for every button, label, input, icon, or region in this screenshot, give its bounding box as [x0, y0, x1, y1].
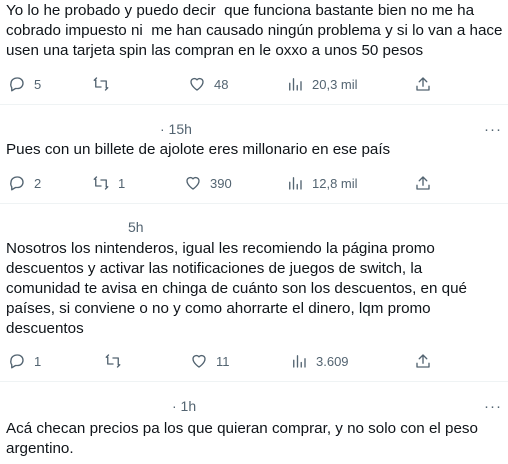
- retweet-button[interactable]: [104, 350, 130, 372]
- share-icon: [416, 77, 430, 91]
- like-button[interactable]: 11: [190, 350, 230, 372]
- post-text: Nosotros los nintenderos, igual les reco…: [6, 240, 468, 337]
- views-button[interactable]: 12,8 mil: [286, 172, 358, 194]
- like-count: 390: [210, 175, 232, 191]
- post-actions: 5 48 20,3 mil: [0, 73, 508, 95]
- retweet-icon: [105, 354, 121, 368]
- like-count: 48: [214, 76, 229, 92]
- share-button[interactable]: [414, 73, 432, 95]
- views-icon: [289, 78, 302, 91]
- like-button[interactable]: 390: [184, 172, 232, 194]
- post-2[interactable]: · 15h ··· Pues con un billete de ajolote…: [0, 105, 508, 203]
- reply-icon: [10, 354, 24, 369]
- share-icon: [416, 176, 430, 190]
- post-time: · 1h: [172, 398, 197, 414]
- like-icon: [190, 77, 204, 91]
- more-options-icon[interactable]: ···: [484, 399, 502, 414]
- more-options-icon[interactable]: ···: [484, 122, 502, 137]
- post-text: Acá checan precios pa los que quieran co…: [6, 420, 478, 457]
- views-icon: [293, 355, 306, 368]
- reply-button[interactable]: 2: [8, 172, 41, 194]
- reply-button[interactable]: 5: [8, 73, 41, 95]
- post-text: Pues con un billete de ajolote eres mill…: [6, 141, 391, 158]
- retweet-button[interactable]: [92, 73, 118, 95]
- post-3[interactable]: 5h Nosotros los nintenderos, igual les r…: [0, 204, 508, 381]
- reply-count: 1: [34, 353, 42, 369]
- views-icon: [289, 177, 302, 190]
- post-time: · 15h: [160, 121, 192, 137]
- like-count: 11: [216, 353, 230, 369]
- reply-count: 5: [34, 76, 42, 92]
- post-time: 5h: [128, 219, 144, 235]
- share-button[interactable]: [414, 172, 432, 194]
- retweet-icon: [93, 176, 109, 190]
- reply-icon: [10, 77, 24, 92]
- share-icon: [416, 354, 430, 368]
- post-4[interactable]: · 1h ··· Acá checan precios pa los que q…: [0, 382, 508, 464]
- reply-icon: [10, 176, 24, 191]
- like-button[interactable]: 48: [188, 73, 228, 95]
- post-text: Yo lo he probado y puedo decir que funci…: [6, 2, 503, 59]
- post-1[interactable]: Yo lo he probado y puedo decir que funci…: [0, 0, 508, 104]
- share-button[interactable]: [414, 350, 432, 372]
- reply-button[interactable]: 1: [8, 350, 41, 372]
- retweet-count: 1: [118, 175, 126, 191]
- views-count: 12,8 mil: [312, 175, 358, 191]
- retweet-button[interactable]: 1: [92, 172, 125, 194]
- views-button[interactable]: 3.609: [290, 350, 349, 372]
- like-icon: [192, 354, 206, 368]
- retweet-icon: [93, 77, 109, 91]
- views-button[interactable]: 20,3 mil: [286, 73, 358, 95]
- like-icon: [186, 176, 200, 190]
- reply-count: 2: [34, 175, 42, 191]
- post-actions: 1 11 3.609: [0, 350, 508, 372]
- post-actions: 2 1 390 12,8 mil: [0, 172, 508, 194]
- views-count: 20,3 mil: [312, 76, 358, 92]
- views-count: 3.609: [316, 353, 349, 369]
